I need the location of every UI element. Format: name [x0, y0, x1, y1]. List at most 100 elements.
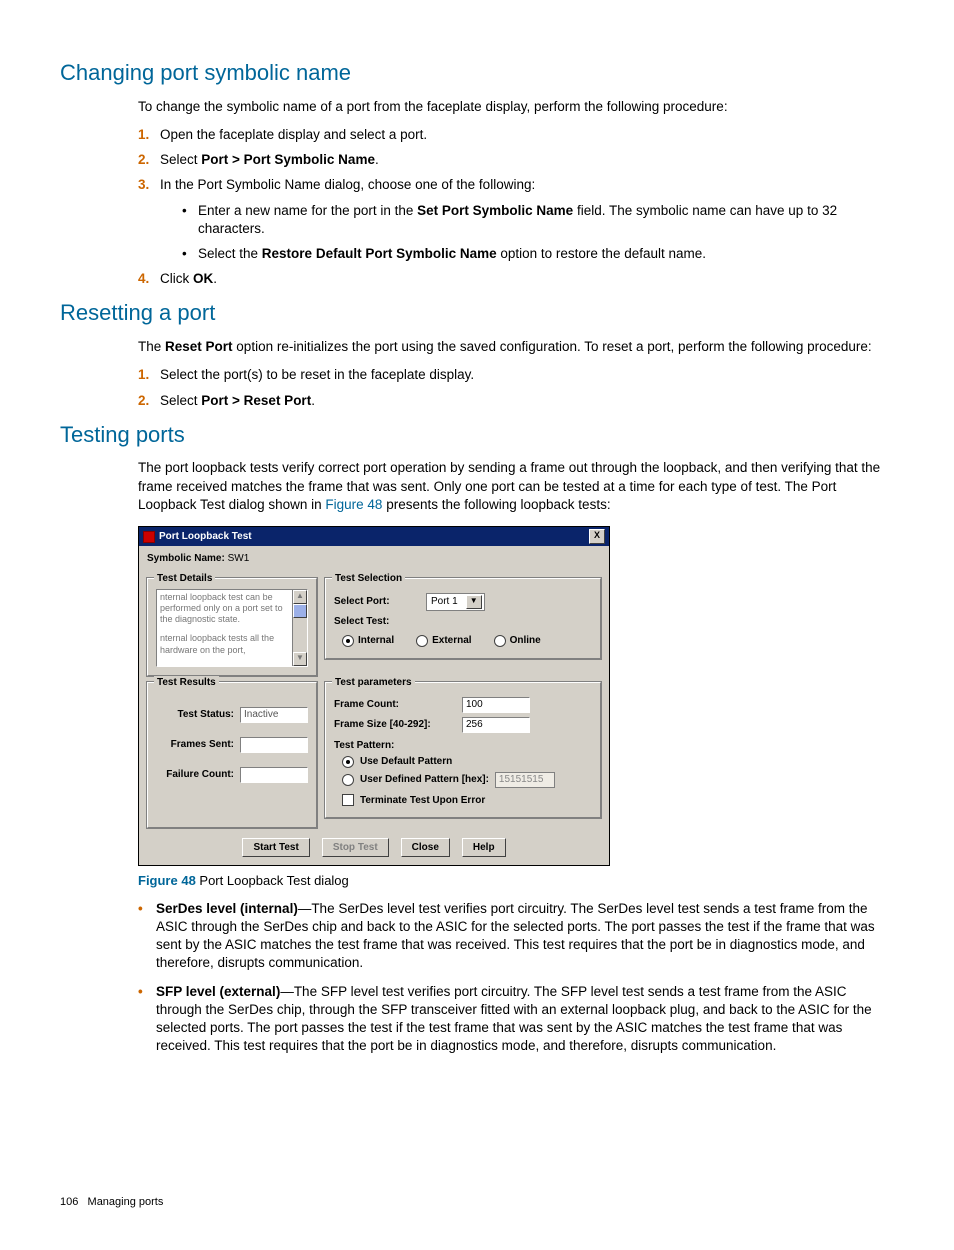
scroll-down-icon[interactable]: ▼ [293, 652, 307, 666]
stop-test-button[interactable]: Stop Test [322, 838, 389, 858]
intro-text: presents the following loopback tests: [382, 497, 610, 512]
radio-external[interactable]: External [416, 634, 471, 648]
intro-text: option re-initializes the port using the… [233, 339, 872, 354]
symbolic-name-label: Symbolic Name: [147, 553, 225, 564]
step-text: . [311, 393, 315, 408]
scroll-up-icon[interactable]: ▲ [293, 590, 307, 604]
test-details-group: Test Details nternal loopback test can b… [147, 578, 317, 676]
radio-icon [342, 635, 354, 647]
help-button[interactable]: Help [462, 838, 506, 858]
list-item: 4.Click OK. [138, 270, 894, 288]
radio-label: Online [510, 634, 541, 648]
bullet-item: Select the Restore Default Port Symbolic… [182, 245, 894, 263]
list-item: 1.Open the faceplate display and select … [138, 126, 894, 144]
step-text: Open the faceplate display and select a … [160, 127, 427, 142]
radio-label: External [432, 634, 471, 648]
s1-intro: To change the symbolic name of a port fr… [138, 98, 894, 116]
s2-steps: 1.Select the port(s) to be reset in the … [138, 366, 894, 409]
desc-item: SFP level (external)—The SFP level test … [138, 983, 894, 1056]
details-text: nternal loopback tests all the hardware … [160, 633, 291, 656]
select-port-dropdown[interactable]: Port 1 ▼ [426, 593, 485, 611]
list-item: 2. Select Port > Reset Port. [138, 392, 894, 410]
figure-link[interactable]: Figure 48 [325, 497, 382, 512]
close-button[interactable]: Close [401, 838, 450, 858]
radio-internal[interactable]: Internal [342, 634, 394, 648]
desc-term: SerDes level (internal) [156, 901, 298, 916]
symbolic-name-row: Symbolic Name: SW1 [147, 552, 601, 566]
step-text: In the Port Symbolic Name dialog, choose… [160, 177, 535, 192]
terminate-checkbox[interactable]: Terminate Test Upon Error [342, 794, 592, 808]
intro-text: The [138, 339, 165, 354]
select-port-value: Port 1 [431, 595, 458, 609]
radio-user-defined[interactable]: User Defined Pattern [hex]: 15151515 [342, 772, 592, 788]
test-selection-group: Test Selection Select Port: Port 1 ▼ Sel… [325, 578, 601, 659]
heading-resetting-port: Resetting a port [60, 298, 894, 328]
step-text: . [375, 152, 379, 167]
heading-changing-port: Changing port symbolic name [60, 58, 894, 88]
radio-label: User Defined Pattern [hex]: [360, 773, 489, 787]
checkbox-icon [342, 794, 354, 806]
menu-path: Port > Port Symbolic Name [201, 152, 375, 167]
test-details-textarea[interactable]: nternal loopback test can be performed o… [156, 589, 308, 667]
sub-bullets: Enter a new name for the port in the Set… [182, 202, 894, 264]
failure-count-label: Failure Count: [156, 768, 234, 782]
figure-caption: Figure 48 Port Loopback Test dialog [138, 872, 894, 890]
page-number: 106 [60, 1196, 78, 1208]
step-number: 2. [138, 151, 149, 169]
heading-testing-ports: Testing ports [60, 420, 894, 450]
option-name: Reset Port [165, 339, 233, 354]
bullet-item: Enter a new name for the port in the Set… [182, 202, 894, 238]
test-details-legend: Test Details [154, 572, 215, 586]
test-selection-legend: Test Selection [332, 572, 405, 586]
figure-label: Figure 48 [138, 873, 196, 888]
step-number: 1. [138, 366, 149, 384]
list-item: 1.Select the port(s) to be reset in the … [138, 366, 894, 384]
close-button[interactable]: X [589, 529, 605, 544]
field-name: Set Port Symbolic Name [417, 203, 573, 218]
radio-use-default[interactable]: Use Default Pattern [342, 755, 592, 769]
frame-size-input[interactable]: 256 [462, 717, 530, 733]
step-number: 3. [138, 176, 149, 194]
select-port-label: Select Port: [334, 595, 420, 609]
radio-icon [342, 774, 354, 786]
scroll-thumb[interactable] [293, 604, 307, 618]
radio-icon [416, 635, 428, 647]
menu-path: Port > Reset Port [201, 393, 311, 408]
test-parameters-group: Test parameters Frame Count: 100 Frame S… [325, 682, 601, 819]
step-number: 2. [138, 392, 149, 410]
bullet-text: Select the [198, 246, 262, 261]
desc-item: SerDes level (internal)—The SerDes level… [138, 900, 894, 973]
loopback-descriptions: SerDes level (internal)—The SerDes level… [138, 900, 894, 1056]
test-status-label: Test Status: [156, 708, 234, 722]
list-item: 2. Select Port > Port Symbolic Name. [138, 151, 894, 169]
step-text: Select [160, 152, 201, 167]
test-status-value: Inactive [240, 707, 308, 723]
dialog-figure: Port Loopback Test X Symbolic Name: SW1 … [138, 526, 894, 866]
scrollbar[interactable]: ▲ ▼ [292, 590, 307, 666]
step-text: . [213, 271, 217, 286]
test-parameters-legend: Test parameters [332, 676, 415, 690]
bullet-text: option to restore the default name. [497, 246, 706, 261]
test-results-group: Test Results Test Status: Inactive Frame… [147, 682, 317, 828]
s3-intro: The port loopback tests verify correct p… [138, 459, 894, 514]
user-defined-hex-input[interactable]: 15151515 [495, 772, 555, 788]
desc-term: SFP level (external) [156, 984, 280, 999]
step-text: Select [160, 393, 201, 408]
dialog-titlebar: Port Loopback Test X [139, 527, 609, 546]
port-loopback-dialog: Port Loopback Test X Symbolic Name: SW1 … [138, 526, 610, 866]
figure-caption-text: Port Loopback Test dialog [196, 873, 349, 888]
frame-count-input[interactable]: 100 [462, 697, 530, 713]
select-test-label: Select Test: [334, 615, 420, 629]
start-test-button[interactable]: Start Test [242, 838, 309, 858]
frames-sent-value [240, 737, 308, 753]
step-number: 4. [138, 270, 149, 288]
checkbox-label: Terminate Test Upon Error [360, 794, 485, 808]
radio-online[interactable]: Online [494, 634, 541, 648]
chevron-down-icon[interactable]: ▼ [466, 595, 482, 609]
frame-size-label: Frame Size [40-292]: [334, 718, 454, 732]
option-name: Restore Default Port Symbolic Name [262, 246, 497, 261]
details-text: nternal loopback test can be performed o… [160, 592, 291, 626]
radio-label: Use Default Pattern [360, 755, 452, 769]
dialog-title: Port Loopback Test [159, 530, 252, 544]
page-footer: 106 Managing ports [60, 1195, 894, 1210]
